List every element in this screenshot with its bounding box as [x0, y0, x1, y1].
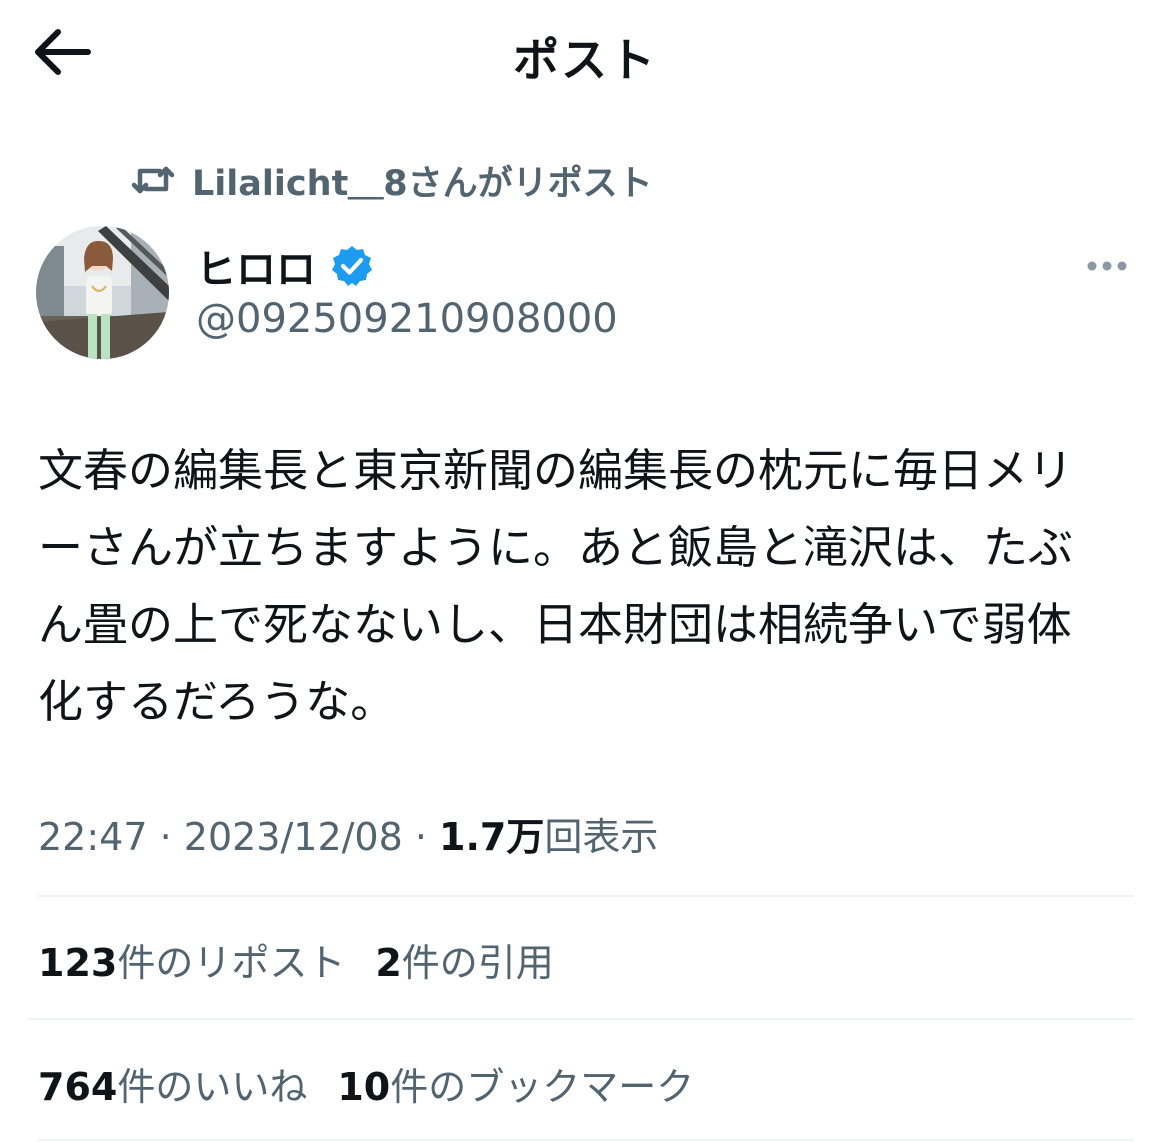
- author-row[interactable]: ヒロロ: [196, 238, 374, 294]
- quotes-stat[interactable]: 2件の引用: [375, 932, 553, 987]
- reposts-stat[interactable]: 123件のリポスト: [38, 932, 345, 987]
- meta-separator: ·: [147, 815, 184, 859]
- author-handle[interactable]: @092509210908000: [196, 296, 618, 342]
- avatar[interactable]: [36, 226, 169, 359]
- repost-icon: [131, 166, 175, 194]
- verified-badge-icon: [332, 246, 372, 286]
- bookmarks-stat[interactable]: 10件のブックマーク: [337, 1056, 694, 1111]
- tweet-date[interactable]: 2023/12/08: [184, 815, 403, 859]
- likes-count: 764: [38, 1065, 118, 1109]
- reposts-label: 件のリポスト: [117, 941, 346, 985]
- bookmarks-count: 10: [337, 1065, 391, 1109]
- tweet-time[interactable]: 22:47: [38, 815, 148, 859]
- tweet-text-line: ん畳の上で死なないし、日本財団は相続争いで弱体: [38, 598, 1072, 651]
- divider: [38, 1139, 1134, 1141]
- tweet-text: 文春の編集長と東京新聞の編集長の枕元に毎日メリ ーさんが立ちますように。あと飯島…: [38, 432, 1138, 740]
- display-name: ヒロロ: [196, 247, 316, 293]
- divider: [28, 1018, 1134, 1020]
- reposts-count: 123: [38, 941, 118, 985]
- tweet-text-line: ーさんが立ちますように。あと飯島と滝沢は、たぶ: [38, 521, 1074, 574]
- repost-context[interactable]: Lilalicht＿8さんがリポスト: [130, 152, 653, 208]
- page-title: ポスト: [513, 33, 657, 87]
- views-label[interactable]: 回表示: [544, 815, 658, 859]
- repost-context-text: Lilalicht＿8さんがリポスト: [192, 163, 653, 204]
- tweet-text-line: 化するだろうな。: [38, 675, 396, 728]
- more-horizontal-icon: [1087, 261, 1127, 271]
- divider: [38, 895, 1134, 897]
- likes-label: 件のいいね: [117, 1065, 308, 1109]
- quotes-count: 2: [375, 941, 402, 985]
- meta-separator: ·: [402, 815, 440, 859]
- likes-stat[interactable]: 764件のいいね: [38, 1056, 307, 1111]
- bookmarks-label: 件のブックマーク: [390, 1065, 695, 1109]
- tweet-text-line: 文春の編集長と東京新聞の編集長の枕元に毎日メリ: [38, 444, 1074, 497]
- avatar-image: [36, 226, 169, 359]
- quotes-label: 件の引用: [401, 941, 554, 985]
- top-bar: ポスト: [0, 0, 1170, 110]
- stats-row-reposts: 123件のリポスト 2件の引用: [38, 932, 584, 987]
- tweet-meta: 22:47 · 2023/12/08 · 1.7万回表示: [38, 806, 658, 861]
- views-count[interactable]: 1.7万: [439, 815, 544, 859]
- stats-row-likes: 764件のいいね 10件のブックマーク: [38, 1056, 724, 1111]
- more-options-button[interactable]: [1080, 246, 1134, 286]
